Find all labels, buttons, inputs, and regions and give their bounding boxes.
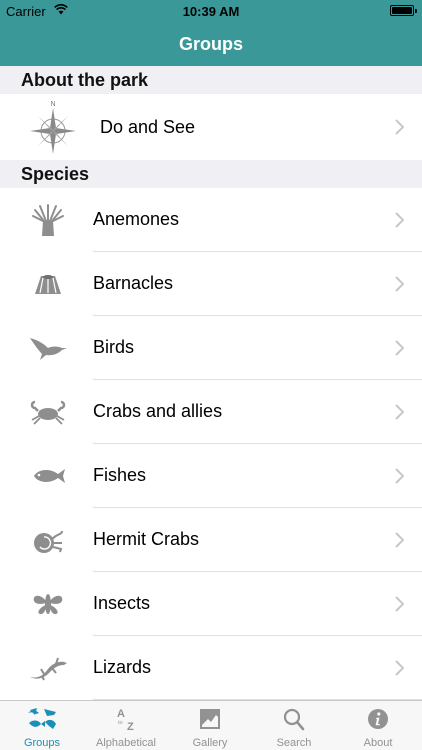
- list-item-label: Fishes: [93, 465, 147, 485]
- barnacle-icon: [26, 266, 70, 302]
- gallery-icon: [195, 707, 225, 731]
- search-icon: [279, 707, 309, 731]
- section-header-species: Species: [0, 160, 422, 188]
- list-item-barnacles[interactable]: Barnacles: [0, 252, 422, 316]
- chevron-right-icon: [395, 340, 404, 356]
- chevron-right-icon: [395, 660, 404, 676]
- list-item-label: Anemones: [93, 209, 180, 229]
- hermit-crab-icon: [26, 522, 70, 558]
- chevron-right-icon: [395, 532, 404, 548]
- fish-icon: [26, 458, 70, 494]
- list-item-label: Birds: [93, 337, 135, 357]
- crab-icon: [26, 394, 70, 430]
- lizard-icon: [26, 650, 70, 686]
- tab-label: Search: [276, 737, 312, 749]
- svg-text:A: A: [117, 708, 125, 720]
- list-item-crabs-and-allies[interactable]: Crabs and allies: [0, 380, 422, 444]
- tab-label: Gallery: [192, 737, 228, 749]
- compass-rose-icon: N: [26, 98, 80, 156]
- chevron-right-icon: [395, 212, 404, 228]
- svg-text:N: N: [50, 101, 55, 108]
- chevron-right-icon: [395, 276, 404, 292]
- page-title: Groups: [178, 34, 243, 54]
- list-item-fishes[interactable]: Fishes: [0, 444, 422, 508]
- svg-text:Z: Z: [127, 721, 134, 731]
- tab-search[interactable]: Search: [252, 701, 336, 750]
- tab-groups[interactable]: Groups: [0, 701, 84, 750]
- tab-bar: Groups A to Z Alphabetical Gallery Searc…: [0, 700, 422, 750]
- tab-label: About: [363, 737, 393, 749]
- insect-icon: [26, 586, 70, 622]
- status-bar: Carrier 10:39 AM: [0, 0, 422, 22]
- tab-gallery[interactable]: Gallery: [168, 701, 252, 750]
- list-item-do-and-see[interactable]: N Do and See: [0, 94, 422, 160]
- info-icon: [363, 707, 393, 731]
- list-item-anemones[interactable]: Anemones: [0, 188, 422, 252]
- chevron-right-icon: [395, 404, 404, 420]
- list-item-birds[interactable]: Birds: [0, 316, 422, 380]
- list-item-label: Crabs and allies: [93, 401, 223, 421]
- list-item-insects[interactable]: Insects: [0, 572, 422, 636]
- navigation-bar: Groups: [0, 22, 422, 66]
- tab-label: Alphabetical: [96, 737, 156, 749]
- chevron-right-icon: [395, 468, 404, 484]
- list-item-label: Hermit Crabs: [93, 529, 200, 549]
- anemone-icon: [26, 202, 70, 238]
- tab-label: Groups: [23, 737, 61, 749]
- list-item-lizards[interactable]: Lizards: [0, 636, 422, 700]
- list-item-label: Insects: [93, 593, 151, 613]
- chevron-right-icon: [395, 596, 404, 612]
- section-header-about: About the park: [0, 66, 422, 94]
- battery-icon: [390, 5, 417, 16]
- list-item-label: Barnacles: [93, 273, 174, 293]
- list-item-label: Do and See: [100, 117, 196, 137]
- tab-about[interactable]: About: [336, 701, 420, 750]
- tab-alphabetical[interactable]: A to Z Alphabetical: [84, 701, 168, 750]
- groups-list[interactable]: About the park N Do and See Species Anem…: [0, 66, 422, 700]
- chevron-right-icon: [395, 119, 404, 135]
- svg-text:to: to: [118, 720, 123, 726]
- groups-icon: [27, 707, 57, 731]
- status-time: 10:39 AM: [182, 4, 240, 19]
- list-item-hermit-crabs[interactable]: Hermit Crabs: [0, 508, 422, 572]
- a-to-z-icon: A to Z: [111, 707, 141, 731]
- list-item-label: Lizards: [93, 657, 152, 677]
- bird-icon: [26, 330, 70, 366]
